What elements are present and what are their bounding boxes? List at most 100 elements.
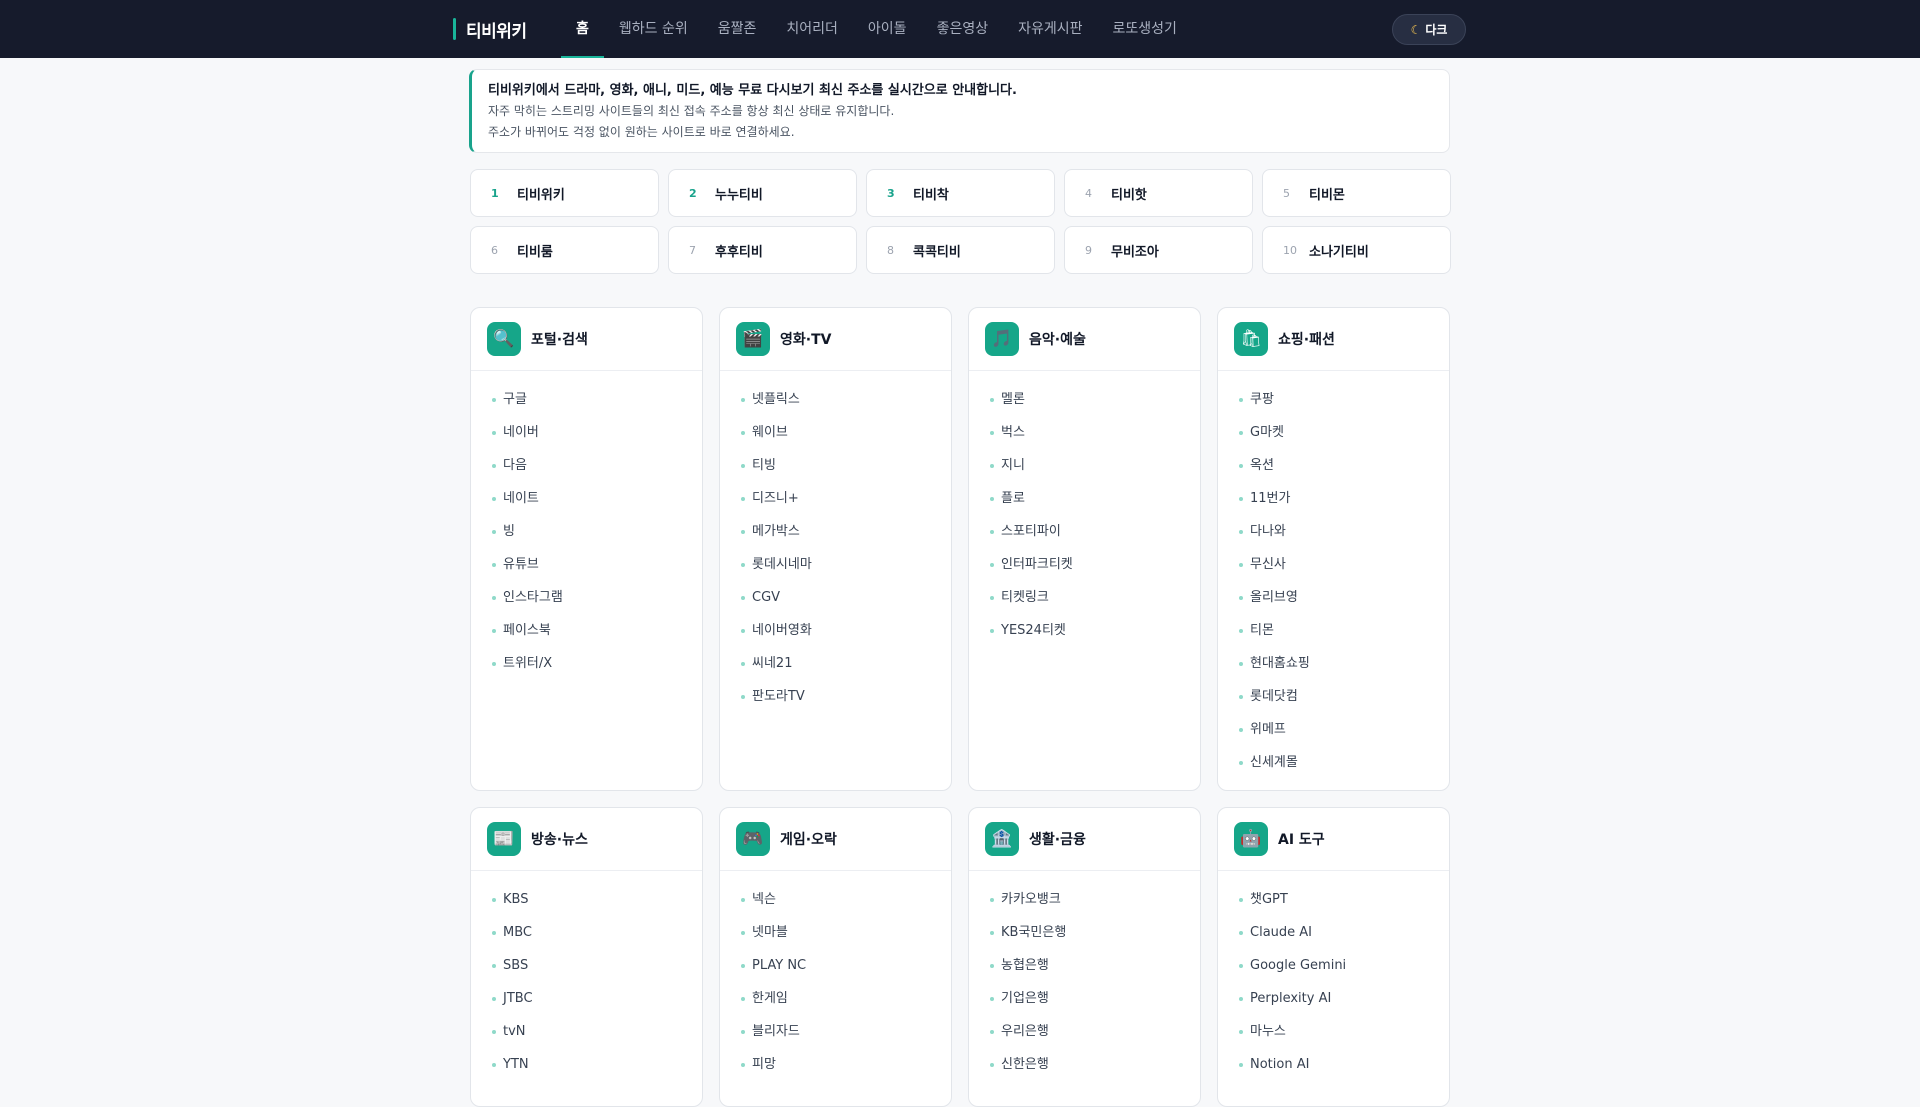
category-link[interactable]: KBS bbox=[471, 883, 702, 916]
category-link-list: 넷플릭스 웨이브 티빙 디즈니+ 메가박스 롯데시네마 CGV 네이버영화 씨네21 판도라TV bbox=[720, 371, 951, 713]
category-link[interactable]: Claude AI bbox=[1218, 916, 1449, 949]
category-link-list: 멜론 벅스 지니 플로 스포티파이 인터파크티켓 티켓링크 YES24티켓 bbox=[969, 371, 1200, 647]
category-link[interactable]: Google Gemini bbox=[1218, 949, 1449, 982]
logo-accent-bar bbox=[453, 18, 456, 40]
category-link[interactable]: 멜론 bbox=[969, 383, 1200, 416]
category-link[interactable]: 블리자드 bbox=[720, 1015, 951, 1048]
nav-item-gif-zone[interactable]: 움짤존 bbox=[703, 0, 772, 58]
category-header: 🎵 음악·예술 bbox=[969, 308, 1200, 371]
category-link[interactable]: 트위터/X bbox=[471, 647, 702, 680]
category-link[interactable]: 한게임 bbox=[720, 982, 951, 1015]
nav-item-lotto-generator[interactable]: 로또생성기 bbox=[1098, 0, 1192, 58]
category-link[interactable]: 네이버 bbox=[471, 416, 702, 449]
category-link[interactable]: 씨네21 bbox=[720, 647, 951, 680]
category-link[interactable]: 웨이브 bbox=[720, 416, 951, 449]
rank-number: 4 bbox=[1085, 186, 1092, 200]
category-link[interactable]: 판도라TV bbox=[720, 680, 951, 713]
category-link[interactable]: YES24티켓 bbox=[969, 614, 1200, 647]
category-link[interactable]: Notion AI bbox=[1218, 1048, 1449, 1081]
rank-card[interactable]: 9 무비조아 bbox=[1064, 226, 1253, 274]
nav-item-home[interactable]: 홈 bbox=[561, 0, 604, 58]
category-link[interactable]: 지니 bbox=[969, 449, 1200, 482]
rank-card[interactable]: 5 티비몬 bbox=[1262, 169, 1451, 217]
category-link[interactable]: 다음 bbox=[471, 449, 702, 482]
category-link[interactable]: 무신사 bbox=[1218, 548, 1449, 581]
category-card-music-art: 🎵 음악·예술 멜론 벅스 지니 플로 스포티파이 인터파크티켓 티켓링크 YES24티켓 bbox=[968, 307, 1201, 791]
category-link[interactable]: 피망 bbox=[720, 1048, 951, 1081]
category-link[interactable]: 챗GPT bbox=[1218, 883, 1449, 916]
category-link[interactable]: 메가박스 bbox=[720, 515, 951, 548]
category-link[interactable]: 롯데시네마 bbox=[720, 548, 951, 581]
category-link[interactable]: 우리은행 bbox=[969, 1015, 1200, 1048]
category-header: 📰 방송·뉴스 bbox=[471, 808, 702, 871]
nav-item-cheerleader[interactable]: 치어리더 bbox=[771, 0, 853, 58]
site-logo[interactable]: 티비위키 bbox=[453, 17, 527, 42]
category-link[interactable]: 페이스북 bbox=[471, 614, 702, 647]
category-link[interactable]: 농협은행 bbox=[969, 949, 1200, 982]
category-link[interactable]: 넥슨 bbox=[720, 883, 951, 916]
category-link[interactable]: 옥션 bbox=[1218, 449, 1449, 482]
rank-site-name: 무비조아 bbox=[1111, 244, 1159, 260]
category-card-ai-tools: 🤖 AI 도구 챗GPT Claude AI Google Gemini Perplexi… bbox=[1217, 807, 1450, 1107]
rank-site-name: 티비룸 bbox=[517, 244, 553, 260]
category-link[interactable]: 유튜브 bbox=[471, 548, 702, 581]
category-link[interactable]: 쿠팡 bbox=[1218, 383, 1449, 416]
category-link[interactable]: 마누스 bbox=[1218, 1015, 1449, 1048]
category-link[interactable]: 위메프 bbox=[1218, 713, 1449, 746]
category-link[interactable]: 플로 bbox=[969, 482, 1200, 515]
category-link[interactable]: 카카오뱅크 bbox=[969, 883, 1200, 916]
nav-item-good-videos[interactable]: 좋은영상 bbox=[922, 0, 1004, 58]
category-link[interactable]: PLAY NC bbox=[720, 949, 951, 982]
rank-card[interactable]: 3 티비착 bbox=[866, 169, 1055, 217]
category-link[interactable]: 디즈니+ bbox=[720, 482, 951, 515]
nav-item-free-board[interactable]: 자유게시판 bbox=[1003, 0, 1097, 58]
rank-card[interactable]: 4 티비핫 bbox=[1064, 169, 1253, 217]
category-link[interactable]: Perplexity AI bbox=[1218, 982, 1449, 1015]
rank-number: 9 bbox=[1085, 243, 1092, 257]
rank-card[interactable]: 6 티비룸 bbox=[470, 226, 659, 274]
category-link[interactable]: CGV bbox=[720, 581, 951, 614]
category-link[interactable]: G마켓 bbox=[1218, 416, 1449, 449]
category-link-list: 챗GPT Claude AI Google Gemini Perplexity AI 마… bbox=[1218, 871, 1449, 1081]
category-link[interactable]: 현대홈쇼핑 bbox=[1218, 647, 1449, 680]
nav-item-idol[interactable]: 아이돌 bbox=[853, 0, 922, 58]
rank-site-name: 후후티비 bbox=[715, 244, 763, 260]
rank-card[interactable]: 7 후후티비 bbox=[668, 226, 857, 274]
rank-card[interactable]: 2 누누티비 bbox=[668, 169, 857, 217]
category-link[interactable]: 티몬 bbox=[1218, 614, 1449, 647]
category-link[interactable]: 티켓링크 bbox=[969, 581, 1200, 614]
category-link-list: 카카오뱅크 KB국민은행 농협은행 기업은행 우리은행 신한은행 bbox=[969, 871, 1200, 1081]
rank-card[interactable]: 10 소나기티비 bbox=[1262, 226, 1451, 274]
dark-mode-toggle-button[interactable]: ☾ 다크 bbox=[1392, 14, 1466, 45]
rank-card[interactable]: 1 티비위키 bbox=[470, 169, 659, 217]
category-link[interactable]: 기업은행 bbox=[969, 982, 1200, 1015]
category-header: 🏦 생활·금융 bbox=[969, 808, 1200, 871]
newspaper-icon: 📰 bbox=[487, 822, 521, 856]
category-link[interactable]: 다나와 bbox=[1218, 515, 1449, 548]
category-link[interactable]: 네이버영화 bbox=[720, 614, 951, 647]
rank-site-name: 티비몬 bbox=[1309, 187, 1345, 203]
category-link[interactable]: 네이트 bbox=[471, 482, 702, 515]
category-link[interactable]: 인스타그램 bbox=[471, 581, 702, 614]
category-link[interactable]: 11번가 bbox=[1218, 482, 1449, 515]
category-link[interactable]: 올리브영 bbox=[1218, 581, 1449, 614]
category-link[interactable]: 롯데닷컴 bbox=[1218, 680, 1449, 713]
category-link[interactable]: SBS bbox=[471, 949, 702, 982]
category-link[interactable]: 인터파크티켓 bbox=[969, 548, 1200, 581]
category-link[interactable]: 구글 bbox=[471, 383, 702, 416]
rank-card[interactable]: 8 콕콕티비 bbox=[866, 226, 1055, 274]
category-link[interactable]: 스포티파이 bbox=[969, 515, 1200, 548]
category-link[interactable]: tvN bbox=[471, 1015, 702, 1048]
category-link[interactable]: 티빙 bbox=[720, 449, 951, 482]
category-link[interactable]: 신한은행 bbox=[969, 1048, 1200, 1081]
category-link[interactable]: YTN bbox=[471, 1048, 702, 1081]
category-link[interactable]: 넷마블 bbox=[720, 916, 951, 949]
nav-item-webhard-ranking[interactable]: 웹하드 순위 bbox=[604, 0, 703, 58]
category-link[interactable]: 넷플릭스 bbox=[720, 383, 951, 416]
category-link[interactable]: JTBC bbox=[471, 982, 702, 1015]
category-link[interactable]: KB국민은행 bbox=[969, 916, 1200, 949]
category-link[interactable]: MBC bbox=[471, 916, 702, 949]
category-link[interactable]: 신세계몰 bbox=[1218, 746, 1449, 779]
category-link[interactable]: 빙 bbox=[471, 515, 702, 548]
category-link[interactable]: 벅스 bbox=[969, 416, 1200, 449]
